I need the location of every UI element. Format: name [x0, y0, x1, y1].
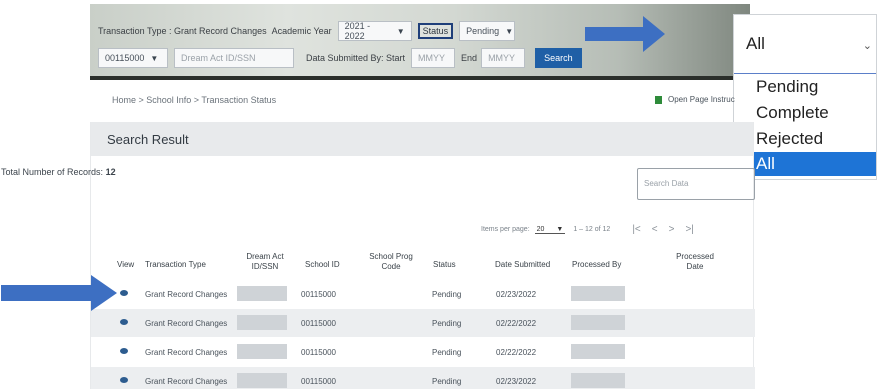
total-records-value: 12	[105, 167, 116, 177]
filter-row-2: 00115000 ▼ Dream Act ID/SSN Data Submitt…	[98, 48, 582, 68]
items-per-page-value: 20	[536, 225, 545, 233]
cell-school-id: 00115000	[301, 377, 336, 386]
dream-act-placeholder: Dream Act ID/SSN	[181, 53, 256, 63]
search-result-heading: Search Result	[91, 122, 753, 156]
total-records-label: Total Number of Records:	[1, 167, 104, 177]
status-dropdown-options: Pending Complete Rejected All	[734, 73, 876, 176]
cell-date-submitted: 02/23/2022	[496, 377, 537, 386]
open-instructions-link[interactable]: Open Page Instruc	[655, 95, 735, 104]
cell-transaction-type: Grant Record Changes	[145, 290, 228, 299]
items-per-page-label: Items per page:	[481, 226, 530, 233]
academic-year-label: Academic Year	[271, 26, 332, 36]
status-dropdown-popup[interactable]: All ⌄ Pending Complete Rejected All	[733, 14, 877, 180]
first-page-icon[interactable]: |<	[632, 224, 640, 235]
col-date-submitted[interactable]: Date Submitted	[495, 260, 550, 270]
redacted-cell	[571, 344, 625, 359]
redacted-cell	[571, 315, 625, 330]
cell-transaction-type: Grant Record Changes	[145, 348, 228, 357]
transaction-type-label: Transaction Type : Grant Record Changes	[98, 26, 267, 36]
chevron-down-icon: ▼	[556, 225, 564, 233]
col-status[interactable]: Status	[433, 260, 456, 270]
redacted-cell	[237, 315, 287, 330]
date-submitted-label: Data Submitted By: Start	[306, 53, 406, 63]
end-date-placeholder: MMYY	[488, 53, 516, 63]
cell-date-submitted: 02/22/2022	[496, 319, 537, 328]
cell-status: Pending	[432, 290, 462, 299]
cell-date-submitted: 02/22/2022	[496, 348, 537, 357]
chevron-down-icon: ▼	[150, 53, 159, 63]
cell-date-submitted: 02/23/2022	[496, 290, 537, 299]
start-date-placeholder: MMYY	[418, 53, 446, 63]
redacted-cell	[237, 286, 287, 301]
screenshot-page: Transaction Type : Grant Record Changes …	[0, 0, 877, 389]
redacted-cell	[571, 286, 625, 301]
breadcrumb[interactable]: Home > School Info > Transaction Status	[112, 95, 276, 105]
eye-icon[interactable]	[120, 377, 128, 383]
dropdown-option-complete[interactable]: Complete	[734, 100, 876, 126]
search-button[interactable]: Search	[535, 48, 582, 68]
cell-status: Pending	[432, 377, 462, 386]
dream-act-input[interactable]: Dream Act ID/SSN	[174, 48, 294, 68]
prev-page-icon[interactable]: <	[652, 224, 658, 235]
status-label: Status	[417, 23, 454, 39]
table-row[interactable]: Grant Record Changes 00115000 Pending 02…	[91, 280, 755, 308]
next-page-icon[interactable]: >	[669, 224, 675, 235]
end-date-label: End	[461, 53, 478, 63]
start-date-input[interactable]: MMYY	[411, 48, 456, 68]
redacted-cell	[237, 373, 287, 388]
cell-school-id: 00115000	[301, 290, 336, 299]
table-row[interactable]: Grant Record Changes 00115000 Pending 02…	[91, 338, 755, 366]
status-dropdown-selected[interactable]: All ⌄	[734, 15, 876, 73]
col-transaction-type[interactable]: Transaction Type	[145, 260, 206, 270]
chevron-down-icon: ▼	[505, 26, 514, 36]
eye-icon[interactable]	[120, 348, 128, 354]
search-results-panel: Search Result Total Number of Records: 1…	[1, 122, 755, 389]
paginator: Items per page: 20 ▼ 1 – 12 of 12 |< < >…	[481, 224, 694, 235]
cell-school-id: 00115000	[301, 348, 336, 357]
table-row[interactable]: Grant Record Changes 00115000 Pending 02…	[91, 367, 755, 389]
items-per-page-select[interactable]: 20 ▼	[534, 225, 566, 234]
academic-year-select[interactable]: 2021 - 2022 ▼	[337, 21, 412, 41]
dropdown-selected-value: All	[746, 34, 765, 53]
col-school-id[interactable]: School ID	[305, 260, 340, 270]
col-school-prog-code[interactable]: School Prog Code	[369, 252, 413, 272]
arrow-right-icon	[1, 275, 117, 311]
school-id-value: 00115000	[105, 53, 145, 63]
cell-transaction-type: Grant Record Changes	[145, 319, 228, 328]
table-row[interactable]: Grant Record Changes 00115000 Pending 02…	[91, 309, 755, 337]
cell-status: Pending	[432, 319, 462, 328]
total-records: Total Number of Records: 12	[1, 167, 116, 177]
school-id-select[interactable]: 00115000 ▼	[98, 48, 168, 68]
cell-transaction-type: Grant Record Changes	[145, 377, 228, 386]
instructions-label: Open Page Instruc	[668, 95, 735, 104]
eye-icon[interactable]	[120, 319, 128, 325]
status-value: Pending	[466, 26, 500, 36]
table-header: View Transaction Type Dream Act ID/SSN S…	[91, 250, 755, 278]
document-icon	[655, 95, 662, 104]
col-processed-by[interactable]: Processed By	[572, 260, 621, 270]
eye-icon[interactable]	[120, 290, 128, 296]
end-date-input[interactable]: MMYY	[481, 48, 526, 68]
dropdown-option-all[interactable]: All	[734, 152, 876, 176]
col-processed-date[interactable]: Processed Date	[673, 252, 717, 272]
filter-row-1: Transaction Type : Grant Record Changes …	[98, 21, 516, 41]
cell-school-id: 00115000	[301, 319, 336, 328]
dropdown-option-pending[interactable]: Pending	[734, 74, 876, 100]
col-dream-act[interactable]: Dream Act ID/SSN	[245, 252, 285, 272]
last-page-icon[interactable]: >|	[685, 224, 693, 235]
status-select[interactable]: Pending ▼	[459, 21, 516, 41]
redacted-cell	[571, 373, 625, 388]
academic-year-value: 2021 - 2022	[344, 21, 371, 41]
col-view: View	[117, 260, 135, 269]
chevron-down-icon: ▼	[396, 26, 405, 36]
dropdown-option-rejected[interactable]: Rejected	[734, 126, 876, 152]
chevron-down-icon: ⌄	[862, 40, 872, 52]
redacted-cell	[237, 344, 287, 359]
cell-status: Pending	[432, 348, 462, 357]
search-data-input[interactable]: Search Data	[637, 168, 755, 200]
page-range: 1 – 12 of 12	[573, 226, 611, 233]
arrow-right-icon	[585, 16, 665, 52]
